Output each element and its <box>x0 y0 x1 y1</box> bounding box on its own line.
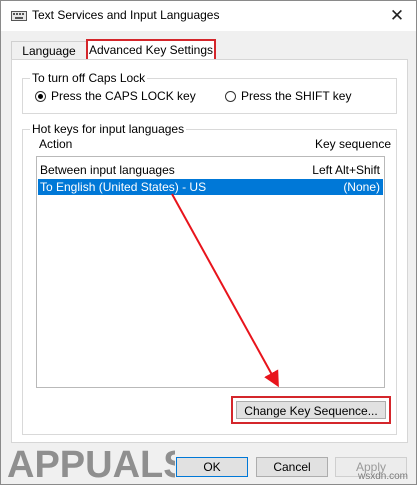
annotation-arrow <box>171 193 279 388</box>
